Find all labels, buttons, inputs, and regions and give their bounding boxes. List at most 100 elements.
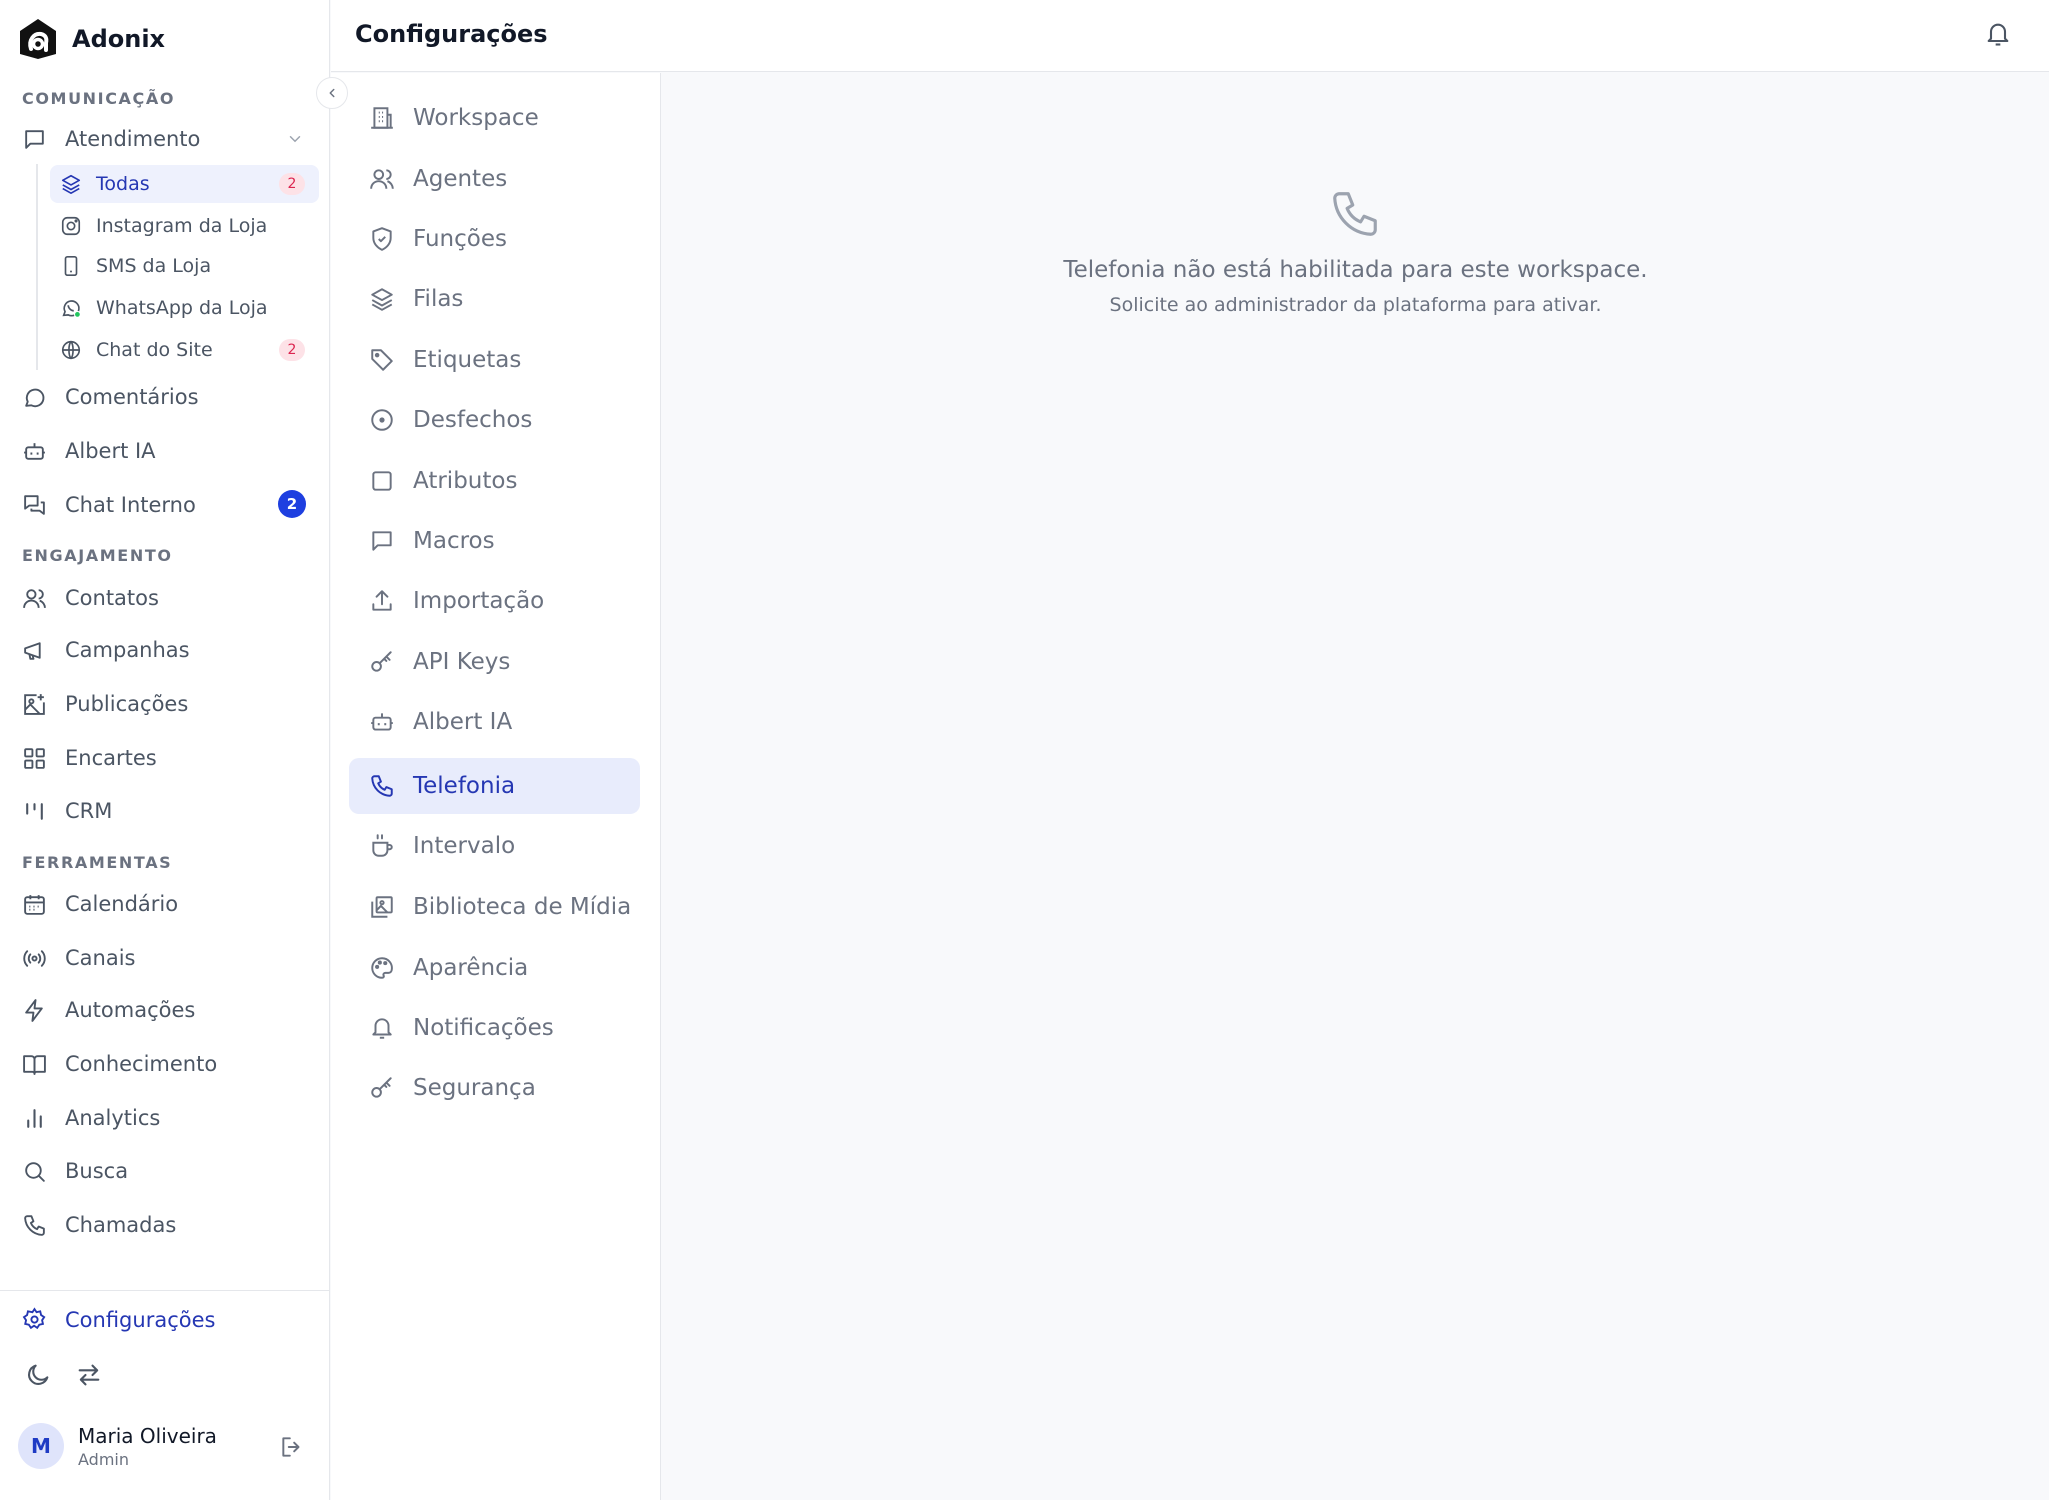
empty-state-subtitle: Solicite ao administrador da plataforma … (1109, 294, 1602, 316)
settings-item-label: Desfechos (413, 407, 533, 433)
settings-item-biblioteca[interactable]: Biblioteca de Mídia (349, 879, 640, 935)
sub-item-todas[interactable]: Todas 2 (50, 165, 319, 203)
sub-item-label: Chat do Site (96, 339, 213, 361)
sidebar-footer: Configurações M Maria Oliveira Admin (0, 1290, 330, 1500)
settings-item-workspace[interactable]: Workspace (349, 90, 640, 146)
settings-item-label: Importação (413, 588, 545, 614)
sidebar-item-automacoes[interactable]: Automações (22, 994, 195, 1026)
sidebar-item-crm[interactable]: CRM (22, 795, 112, 827)
count-badge: 2 (279, 339, 305, 361)
settings-item-seguranca[interactable]: Segurança (349, 1060, 640, 1116)
sidebar-item-label: Publicações (65, 692, 189, 716)
users-icon (370, 169, 394, 189)
chevron-down-icon[interactable] (286, 130, 304, 148)
calendar-icon (24, 894, 45, 915)
coffee-icon (372, 834, 393, 857)
settings-item-desfechos[interactable]: Desfechos (349, 392, 640, 448)
settings-item-label: Segurança (413, 1075, 536, 1101)
sidebar-item-albert[interactable]: Albert IA (22, 435, 156, 467)
sidebar-item-analytics[interactable]: Analytics (22, 1102, 160, 1134)
sub-item-sms[interactable]: SMS da Loja (50, 247, 319, 285)
moon-icon[interactable] (24, 1361, 52, 1389)
logout-icon[interactable] (279, 1434, 305, 1460)
settings-item-label: Atributos (413, 468, 518, 494)
top-bar: Configurações (331, 0, 2049, 72)
section-label-engajamento: ENGAJAMENTO (22, 546, 173, 565)
bell-icon (372, 1018, 392, 1039)
settings-item-label: Albert IA (413, 709, 513, 735)
settings-item-label: Etiquetas (413, 347, 522, 373)
sidebar-item-label: Chamadas (65, 1213, 177, 1237)
sidebar-item-comentarios[interactable]: Comentários (22, 381, 199, 413)
settings-item-label: Macros (413, 528, 495, 554)
settings-item-filas[interactable]: Filas (349, 271, 640, 327)
sidebar-item-encartes[interactable]: Encartes (22, 742, 157, 774)
sidebar-item-label: Calendário (65, 892, 179, 916)
sidebar-item-chamadas[interactable]: Chamadas (22, 1209, 176, 1241)
settings-item-funcoes[interactable]: Funções (349, 211, 640, 267)
user-role: Admin (78, 1449, 129, 1469)
sidebar-item-busca[interactable]: Busca (22, 1155, 128, 1187)
bell-icon[interactable] (1984, 20, 2012, 48)
settings-item-etiquetas[interactable]: Etiquetas (349, 332, 640, 388)
collapse-sidebar-button[interactable] (316, 77, 348, 109)
user-profile[interactable]: M Maria Oliveira Admin (18, 1423, 217, 1469)
sub-item-instagram[interactable]: Instagram da Loja (50, 207, 319, 245)
settings-item-label: Funções (413, 226, 507, 252)
settings-item-agentes[interactable]: Agentes (349, 151, 640, 207)
settings-item-label: Agentes (413, 166, 508, 192)
grid-icon (24, 747, 45, 769)
sidebar-item-label: Encartes (65, 746, 157, 770)
settings-item-telefonia[interactable]: Telefonia (349, 758, 640, 814)
settings-item-atributos[interactable]: Atributos (349, 453, 640, 509)
sidebar-item-calendario[interactable]: Calendário (22, 888, 178, 920)
sub-item-label: SMS da Loja (96, 255, 212, 277)
sub-item-label: WhatsApp da Loja (96, 297, 268, 319)
settings-content: Telefonia não está habilitada para este … (662, 73, 2049, 1500)
sidebar-item-label: Atendimento (65, 127, 201, 151)
sidebar-item-publicacoes[interactable]: Publicações (22, 688, 188, 720)
brand[interactable]: Adonix (18, 18, 165, 60)
messages-square-icon (24, 494, 45, 515)
sub-item-whatsapp[interactable]: WhatsApp da Loja (50, 289, 319, 327)
sidebar-item-label: Contatos (65, 586, 159, 610)
bar-chart-icon (27, 1108, 42, 1128)
app-name: Adonix (72, 25, 166, 53)
sidebar-item-label: Conhecimento (65, 1052, 218, 1076)
section-label-ferramentas: FERRAMENTAS (22, 853, 173, 872)
settings-item-intervalo[interactable]: Intervalo (349, 818, 640, 874)
sidebar-item-label: Albert IA (65, 439, 156, 463)
sidebar-item-label: Canais (65, 946, 136, 970)
sidebar-item-canais[interactable]: Canais (22, 942, 136, 974)
sidebar-item-label: Automações (65, 998, 196, 1022)
tag-icon (371, 349, 393, 371)
sub-item-chat-site[interactable]: Chat do Site 2 (50, 331, 319, 369)
message-square-icon (372, 531, 392, 551)
page-title: Configurações (355, 20, 548, 48)
settings-item-api-keys[interactable]: API Keys (349, 634, 640, 690)
sidebar-item-label: Campanhas (65, 638, 190, 662)
settings-item-albert[interactable]: Albert IA (349, 694, 640, 750)
bot-icon (371, 713, 393, 731)
sidebar-item-campanhas[interactable]: Campanhas (22, 634, 190, 666)
sidebar-item-configuracoes[interactable]: Configurações (22, 1307, 215, 1332)
sidebar-item-atendimento[interactable]: Atendimento (22, 123, 200, 155)
palette-icon (371, 957, 393, 979)
settings-item-macros[interactable]: Macros (349, 513, 640, 569)
switch-arrows-icon[interactable] (75, 1361, 103, 1389)
settings-item-importacao[interactable]: Importação (349, 573, 640, 629)
settings-item-label: Intervalo (413, 833, 516, 859)
sidebar-item-conhecimento[interactable]: Conhecimento (22, 1048, 217, 1080)
sidebar-item-chat-interno[interactable]: Chat Interno (22, 489, 196, 521)
sidebar-item-label: Chat Interno (65, 493, 196, 517)
sidebar-item-contatos[interactable]: Contatos (22, 582, 159, 614)
settings-item-aparencia[interactable]: Aparência (349, 940, 640, 996)
settings-item-notificacoes[interactable]: Notificações (349, 1000, 640, 1056)
settings-item-label: API Keys (413, 649, 511, 675)
search-icon (25, 1161, 45, 1182)
sidebar-item-label: Analytics (65, 1106, 161, 1130)
zap-icon (25, 998, 43, 1022)
images-icon (371, 896, 393, 918)
section-label-comunicacao: COMUNICAÇÃO (22, 89, 176, 108)
smartphone-icon (64, 256, 78, 276)
